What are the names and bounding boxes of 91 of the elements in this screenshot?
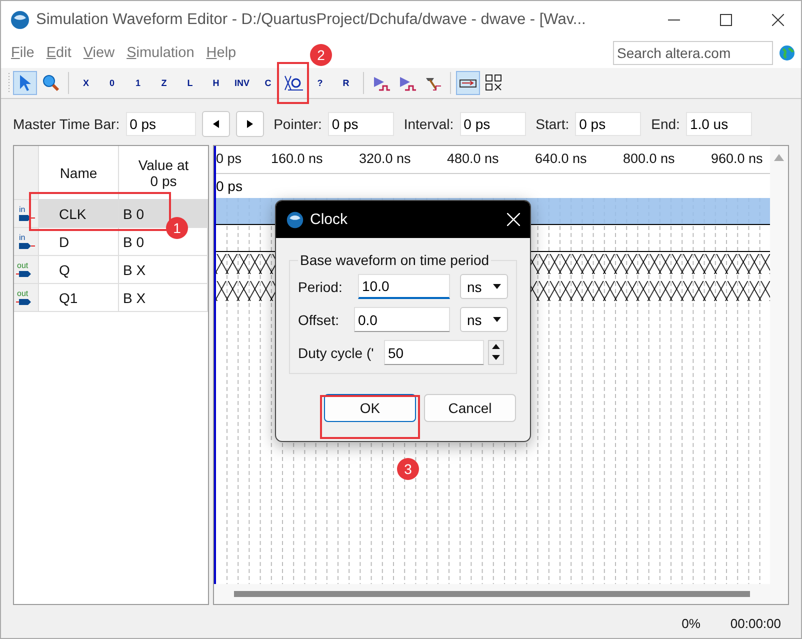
- time-field[interactable]: 0 ps: [328, 112, 394, 136]
- status-text: 00:00:00: [730, 616, 781, 630]
- run-icon: [397, 74, 417, 92]
- toolbar-button[interactable]: 1: [126, 71, 150, 95]
- time-tick-label: 320.0 ns: [359, 151, 411, 166]
- horizontal-scrollbar[interactable]: [214, 584, 770, 604]
- signal-name[interactable]: D: [39, 228, 119, 255]
- clock-wave-icon: [284, 74, 304, 92]
- spin-buttons[interactable]: [488, 340, 504, 365]
- field-label: Offset:: [298, 312, 340, 328]
- value-tool-label: X: [82, 78, 89, 88]
- signal-value: B X: [119, 256, 208, 283]
- toolbar-button[interactable]: INV: [230, 71, 254, 95]
- time-field[interactable]: 1.0 us: [686, 112, 752, 136]
- field-label: Start:: [536, 116, 570, 132]
- field-label: Interval:: [404, 116, 454, 132]
- number-field[interactable]: 50: [384, 340, 484, 365]
- status-text: 0%: [682, 616, 700, 630]
- globe-icon[interactable]: [779, 45, 795, 61]
- time-field[interactable]: 0 ps: [575, 112, 642, 136]
- toolbar-button[interactable]: Z: [152, 71, 176, 95]
- signal-name[interactable]: Q: [39, 256, 119, 283]
- toolbar-button[interactable]: R: [334, 71, 358, 95]
- menu-item[interactable]: Simulation: [120, 45, 200, 61]
- pointer-icon: [18, 74, 32, 92]
- toolbar-button[interactable]: C: [256, 71, 280, 95]
- value-tool-label: H: [212, 78, 220, 88]
- menu-item[interactable]: Help: [200, 45, 242, 61]
- next-button[interactable]: [236, 111, 264, 137]
- menu-item[interactable]: File: [5, 45, 40, 61]
- toolbar-button[interactable]: L: [178, 71, 202, 95]
- time-tick-label: 800.0 ns: [623, 151, 675, 166]
- field-label: Period:: [298, 278, 344, 294]
- app-logo-icon: [10, 10, 30, 30]
- close-icon[interactable]: [772, 14, 784, 26]
- window-title: Simulation Waveform Editor - D:/QuartusProject/Dchufa/dwave - dwave - [Wav...: [36, 10, 587, 28]
- master-time-field[interactable]: 0 ps: [126, 112, 196, 136]
- minimize-icon[interactable]: [668, 18, 680, 20]
- signal-name[interactable]: Q1: [39, 284, 119, 311]
- value-tool-label: Z: [161, 78, 167, 88]
- group-title: Base waveform on time period: [299, 252, 490, 268]
- run-icon: [371, 74, 391, 92]
- left-arrow-icon: [212, 120, 219, 128]
- menu-item[interactable]: View: [77, 45, 121, 61]
- dialog-button[interactable]: Cancel: [424, 394, 516, 422]
- cursor-time-label: 0 ps: [216, 178, 242, 194]
- grid-icon: [485, 74, 503, 92]
- zoom-icon: [42, 74, 60, 92]
- signal-name[interactable]: CLK: [39, 200, 119, 227]
- field-label: Duty cycle (': [298, 344, 375, 360]
- dropdown-arrow-icon: [493, 317, 501, 322]
- value-tool-label: L: [187, 78, 193, 88]
- toolbar-button[interactable]: X: [74, 71, 98, 95]
- field-label: Pointer:: [274, 116, 322, 132]
- column-header: Value at 0 ps: [137, 156, 190, 191]
- time-tick-label: 960.0 ns: [711, 151, 763, 166]
- right-arrow-icon: [246, 120, 253, 128]
- text-field[interactable]: 10.0: [358, 274, 450, 299]
- previous-button[interactable]: [202, 111, 230, 137]
- time-tick-label: 640.0 ns: [535, 151, 587, 166]
- app-logo-icon: [286, 210, 304, 228]
- dialog-button[interactable]: OK: [324, 394, 416, 422]
- time-tick-label: 160.0 ns: [271, 151, 323, 166]
- value-tool-label: INV: [234, 78, 250, 88]
- toolbar-button[interactable]: [456, 71, 480, 95]
- column-header: Name: [39, 146, 119, 199]
- field-label: Master Time Bar:: [13, 116, 120, 132]
- vertical-scrollbar[interactable]: [770, 146, 788, 604]
- toolbar-button[interactable]: ?: [308, 71, 332, 95]
- value-tool-label: R: [342, 78, 350, 88]
- text-field[interactable]: 0.0: [354, 307, 450, 332]
- unit-dropdown[interactable]: ns: [460, 274, 508, 299]
- time-field[interactable]: 0 ps: [460, 112, 526, 136]
- time-tick-label: 480.0 ns: [447, 151, 499, 166]
- toolbar-button[interactable]: H: [204, 71, 228, 95]
- dropdown-arrow-icon: [493, 284, 501, 289]
- menu-item[interactable]: Edit: [40, 45, 78, 61]
- search-field[interactable]: Search altera.com: [613, 41, 773, 65]
- value-tool-label: C: [264, 78, 272, 88]
- value-tool-label: 1: [135, 78, 140, 88]
- toolbar-button[interactable]: 0: [100, 71, 124, 95]
- signal-value: B X: [119, 284, 208, 311]
- unit-dropdown[interactable]: ns: [460, 307, 508, 332]
- value-tool-label: ?: [317, 78, 323, 88]
- toolbar-grip: [7, 72, 11, 94]
- time-tick-label: 0 ps: [216, 151, 242, 166]
- maximize-icon[interactable]: [720, 14, 732, 26]
- highlight-frame: [277, 62, 309, 104]
- dialog-title: Clock: [310, 211, 349, 228]
- value-tool-label: 0: [109, 78, 114, 88]
- field-label: End:: [651, 116, 680, 132]
